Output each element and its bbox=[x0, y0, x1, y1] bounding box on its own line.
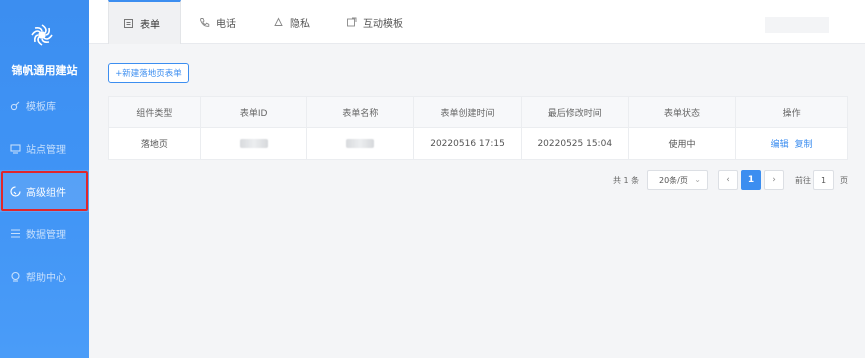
tab-label: 互动模板 bbox=[363, 18, 403, 30]
tab-label: 电话 bbox=[216, 18, 236, 30]
table-row: 落地页 20220516 17:15 20220525 15:04 使用中 编辑… bbox=[109, 128, 847, 159]
tab-form[interactable]: 表单 bbox=[108, 0, 181, 44]
column-header: 最后修改时间 bbox=[522, 97, 629, 127]
form-id-cell bbox=[201, 128, 308, 159]
redacted-value bbox=[239, 139, 268, 148]
page-suffix: 页 bbox=[840, 175, 848, 185]
interactive-icon bbox=[346, 17, 357, 28]
column-header: 表单状态 bbox=[629, 97, 737, 127]
sidebar-item-label: 高级组件 bbox=[26, 187, 66, 199]
component-icon bbox=[9, 185, 21, 197]
brand-name: 锦帆通用建站 bbox=[11, 64, 78, 77]
new-landing-form-button[interactable]: +新建落地页表单 bbox=[108, 63, 189, 83]
help-icon bbox=[9, 270, 21, 282]
tab-label: 表单 bbox=[140, 19, 160, 31]
sidebar-item-help[interactable]: 帮助中心 bbox=[0, 255, 89, 297]
forms-table: 组件类型 表单ID 表单名称 表单创建时间 最后修改时间 表单状态 操作 落地页… bbox=[108, 96, 848, 160]
phone-icon bbox=[199, 17, 210, 28]
column-header: 操作 bbox=[782, 108, 801, 119]
actions-cell: 编辑 复制 bbox=[736, 128, 847, 159]
logo-icon bbox=[31, 24, 53, 46]
page-size-value: 20条/页 bbox=[659, 175, 688, 185]
redacted-value bbox=[346, 139, 375, 148]
page-number-current[interactable]: 1 bbox=[741, 170, 761, 190]
tab-interactive-template[interactable]: 互动模板 bbox=[346, 0, 403, 44]
column-header: 表单ID bbox=[201, 97, 308, 127]
tab-label: 隐私 bbox=[290, 18, 310, 30]
list-icon bbox=[9, 227, 21, 239]
sidebar: 锦帆通用建站 模板库 站点管理 高级组件 数据管理 帮助中心 bbox=[0, 0, 89, 358]
sidebar-item-sites[interactable]: 站点管理 bbox=[0, 127, 89, 169]
column-header: 表单名称 bbox=[307, 97, 415, 127]
sidebar-item-label: 帮助中心 bbox=[26, 272, 66, 284]
copy-link[interactable]: 复制 bbox=[795, 137, 813, 150]
sidebar-item-label: 模板库 bbox=[26, 101, 56, 113]
column-header: 表单创建时间 bbox=[414, 97, 522, 127]
form-icon bbox=[123, 18, 134, 29]
component-type-cell: 落地页 bbox=[109, 128, 201, 159]
prev-page-button[interactable]: ‹ bbox=[718, 170, 738, 190]
status-cell: 使用中 bbox=[629, 128, 737, 159]
chevron-down-icon: ⌄ bbox=[694, 175, 701, 184]
sidebar-item-templates[interactable]: 模板库 bbox=[0, 84, 89, 126]
total-count: 共 1 条 bbox=[613, 175, 640, 185]
modified-time-cell: 20220525 15:04 bbox=[522, 128, 629, 159]
goto-page-input[interactable] bbox=[813, 170, 834, 190]
user-menu[interactable] bbox=[765, 17, 829, 33]
sidebar-item-label: 数据管理 bbox=[26, 229, 66, 241]
tab-phone[interactable]: 电话 bbox=[199, 0, 236, 44]
monitor-icon bbox=[9, 142, 21, 154]
tab-privacy[interactable]: 隐私 bbox=[273, 0, 310, 44]
page-size-select[interactable]: 20条/页 ⌄ bbox=[647, 170, 708, 190]
table-header-row: 组件类型 表单ID 表单名称 表单创建时间 最后修改时间 表单状态 操作 bbox=[109, 97, 847, 128]
sidebar-item-data[interactable]: 数据管理 bbox=[0, 212, 89, 254]
form-name-cell bbox=[307, 128, 415, 159]
created-time-cell: 20220516 17:15 bbox=[414, 128, 522, 159]
sidebar-item-components[interactable]: 高级组件 bbox=[0, 170, 89, 212]
edit-link[interactable]: 编辑 bbox=[771, 137, 789, 150]
next-page-button[interactable]: › bbox=[764, 170, 784, 190]
column-header: 组件类型 bbox=[109, 97, 201, 127]
template-icon bbox=[9, 99, 21, 111]
bell-icon bbox=[273, 16, 284, 28]
sidebar-item-label: 站点管理 bbox=[26, 144, 66, 156]
main-content: +新建落地页表单 组件类型 表单ID 表单名称 表单创建时间 最后修改时间 表单… bbox=[89, 44, 865, 358]
goto-label: 前往 bbox=[795, 175, 811, 185]
top-tab-bar: 表单 电话 隐私 互动模板 bbox=[89, 0, 865, 44]
